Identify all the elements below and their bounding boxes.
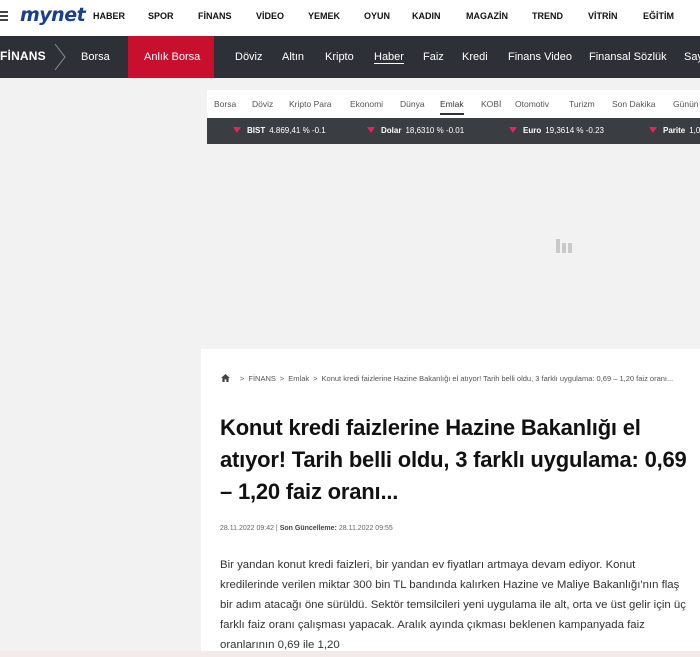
top-menu-item[interactable]: FİNANS: [198, 11, 232, 21]
article-title: Konut kredi faizlerine Hazine Bakanlığı …: [220, 415, 687, 504]
subnav-item-selected[interactable]: Emlak: [440, 99, 464, 115]
finans-nav-altin[interactable]: Altın: [282, 51, 304, 63]
subnav-item[interactable]: Turizm: [569, 99, 595, 109]
breadcrumb-emlak[interactable]: Emlak: [288, 374, 309, 383]
finans-nav-kripto[interactable]: Kripto: [325, 51, 354, 63]
finans-nav-faiz[interactable]: Faiz: [423, 51, 444, 63]
subnav-item[interactable]: Otomotiv: [515, 99, 549, 109]
top-menu-item[interactable]: OYUN: [364, 11, 390, 21]
subnav-item[interactable]: Ekonomi: [350, 99, 383, 109]
menu-icon[interactable]: [0, 9, 10, 23]
top-nav: mynet HABER SPOR FİNANS VİDEO YEMEK OYUN…: [0, 0, 700, 36]
top-menu-item[interactable]: VİDEO: [256, 11, 284, 21]
breadcrumb-separator: >: [279, 374, 285, 383]
top-menu-item[interactable]: KADIN: [412, 11, 441, 21]
finans-nav-haber[interactable]: Haber: [374, 51, 404, 63]
published-date: 28.11.2022 09:42: [220, 525, 274, 532]
article-meta: 28.11.2022 09:42 | Son Güncelleme: 28.11…: [220, 525, 393, 532]
loading-icon: [556, 239, 574, 258]
market-ticker: BIST 4.869,41 % -0.1 Dolar 18,6310 % -0.01…: [207, 118, 700, 144]
subnav-item[interactable]: KOBİ: [481, 99, 501, 109]
subnav-item[interactable]: Günün: [673, 99, 699, 109]
article-card: > FİNANS > Emlak > Konut kredi faizlerine Haz…: [201, 349, 700, 657]
finans-nav-kredi[interactable]: Kredi: [462, 51, 488, 63]
category-subnav: Borsa Döviz Kripto Para Ekonomi Dünya Em…: [207, 90, 700, 118]
top-menu-item[interactable]: EĞİTİM: [643, 11, 674, 21]
top-menu-item[interactable]: VİTRİN: [588, 11, 618, 21]
finans-nav-more[interactable]: Say: [684, 51, 700, 63]
subnav-item[interactable]: Son Dakika: [612, 99, 655, 109]
down-arrow-icon: [367, 127, 375, 133]
finans-nav: FİNANS Borsa Anlık Borsa Döviz Altın Kri…: [0, 36, 700, 78]
subnav-item[interactable]: Döviz: [252, 99, 273, 109]
breadcrumb-separator: >: [313, 374, 318, 383]
finans-nav-finans-video[interactable]: Finans Video: [508, 51, 572, 63]
bottom-strip: [0, 651, 700, 657]
finans-nav-label: Anlık Borsa: [144, 51, 201, 63]
breadcrumb-separator: >: [240, 374, 245, 383]
subnav-item[interactable]: Kripto Para: [289, 99, 332, 109]
breadcrumb-finans[interactable]: FİNANS: [248, 374, 276, 383]
breadcrumb-current: Konut kredi faizlerine Hazine Bakanlığı …: [321, 374, 674, 383]
ticker-item-euro[interactable]: Euro 19,3614 % -0.23: [509, 126, 604, 135]
ticker-item-parite[interactable]: Parite 1,0: [649, 126, 700, 135]
down-arrow-icon: [233, 127, 241, 133]
top-menu-item[interactable]: HABER: [93, 11, 125, 21]
chevron-right-icon: [54, 43, 66, 71]
down-arrow-icon: [649, 127, 657, 133]
breadcrumb: > FİNANS > Emlak > Konut kredi faizlerine Haz…: [221, 371, 691, 386]
finans-nav-doviz[interactable]: Döviz: [235, 51, 263, 63]
mynet-logo[interactable]: mynet: [20, 4, 86, 26]
top-menu-item[interactable]: MAGAZİN: [466, 11, 508, 21]
ad-placeholder: [0, 144, 700, 349]
subnav-item[interactable]: Dünya: [400, 99, 425, 109]
ticker-item-bist[interactable]: BIST 4.869,41 % -0.1: [233, 126, 326, 135]
finans-nav-anlik-borsa[interactable]: Anlık Borsa: [128, 36, 214, 78]
home-icon[interactable]: [221, 374, 230, 382]
subnav-item[interactable]: Borsa: [214, 99, 236, 109]
down-arrow-icon: [509, 127, 517, 133]
updated-label: Son Güncelleme:: [279, 525, 337, 532]
top-menu-item[interactable]: YEMEK: [308, 11, 340, 21]
ticker-item-dolar[interactable]: Dolar 18,6310 % -0.01: [367, 126, 464, 135]
finans-nav-finansal-sozluk[interactable]: Finansal Sözlük: [589, 51, 667, 63]
finans-nav-borsa[interactable]: Borsa: [81, 51, 110, 63]
top-menu-item[interactable]: SPOR: [148, 11, 174, 21]
updated-date: 28.11.2022 09:55: [338, 525, 393, 532]
article-body: Bir yandan konut kredi faizleri, bir yan…: [220, 559, 686, 651]
top-menu-item[interactable]: TREND: [532, 11, 563, 21]
finans-brand[interactable]: FİNANS: [0, 49, 46, 63]
